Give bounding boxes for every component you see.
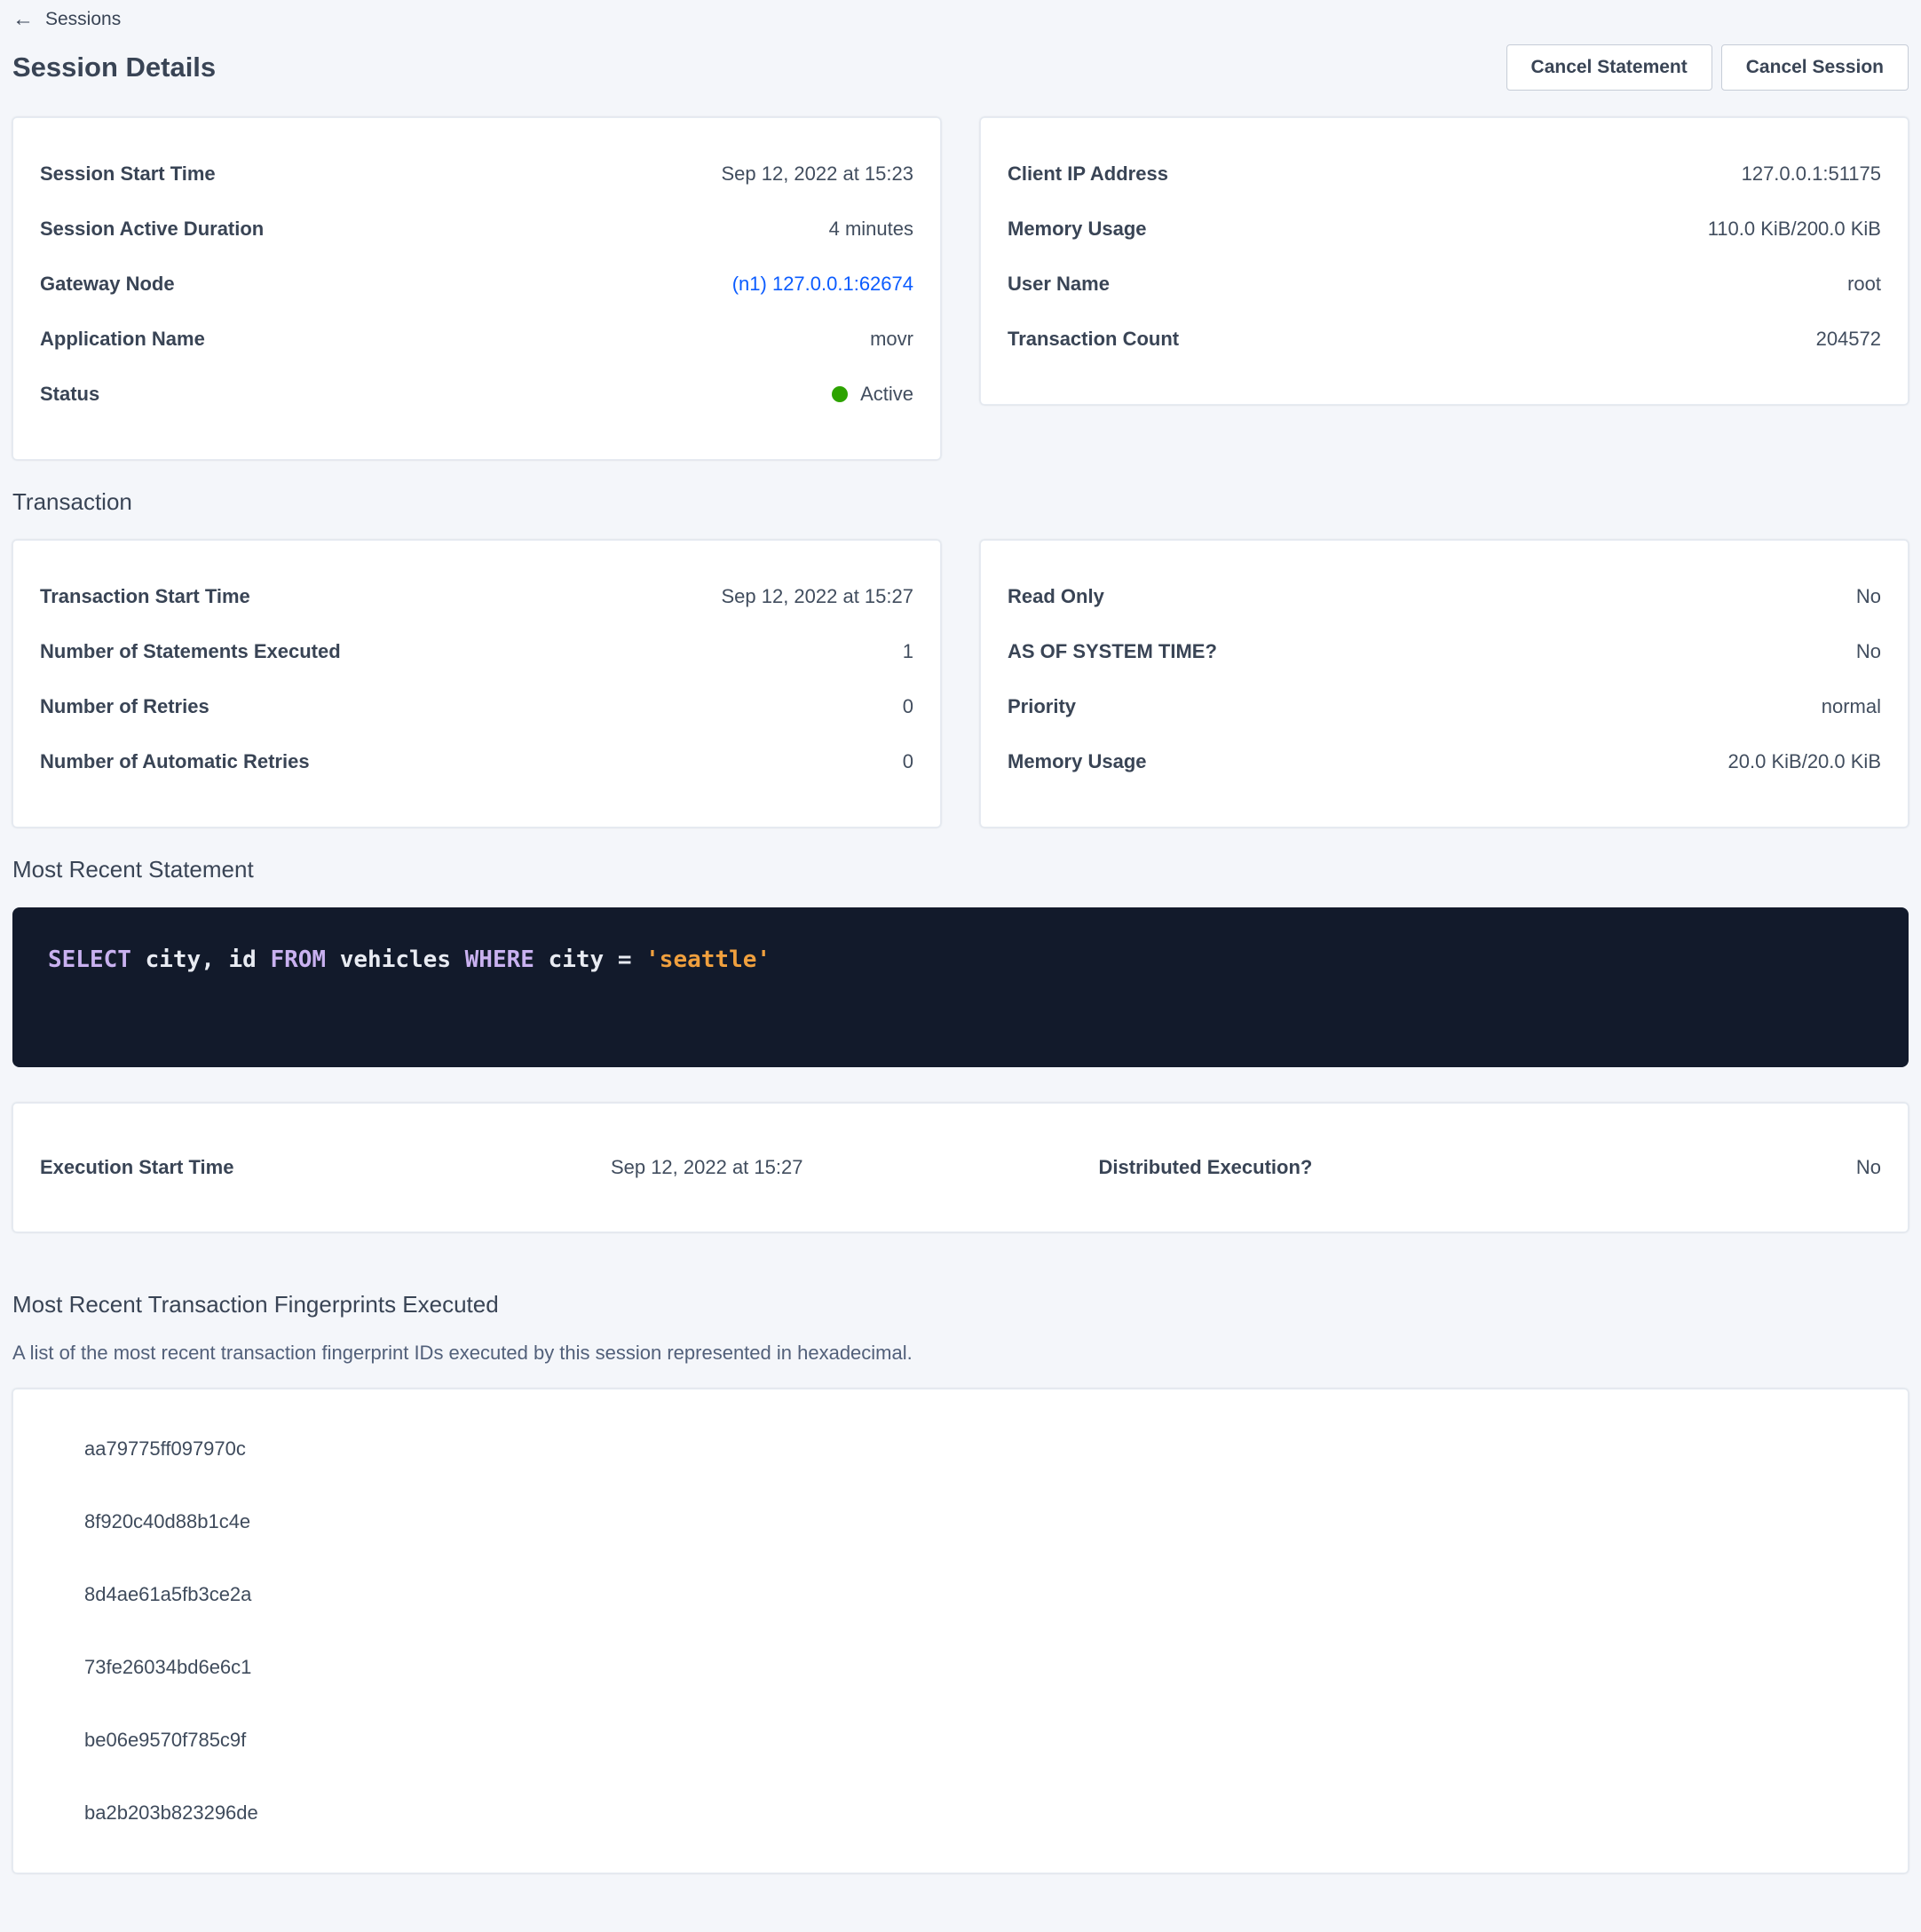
kv-value: 127.0.0.1:51175 — [1742, 161, 1881, 187]
fingerprint-item: 8f920c40d88b1c4e — [40, 1485, 1881, 1558]
fingerprint-item: ba2b203b823296de — [40, 1777, 1881, 1849]
execution-info-card: Execution Start Time Sep 12, 2022 at 15:… — [12, 1103, 1909, 1232]
kv-value: normal — [1822, 693, 1881, 720]
cancel-statement-button[interactable]: Cancel Statement — [1506, 44, 1712, 91]
kv-label: User Name — [1008, 271, 1110, 297]
statements-executed-row: Number of Statements Executed 1 — [40, 624, 913, 679]
cancel-session-button[interactable]: Cancel Session — [1721, 44, 1909, 91]
session-cards-row: Session Start Time Sep 12, 2022 at 15:23… — [12, 117, 1909, 460]
kv-value: Sep 12, 2022 at 15:27 — [721, 583, 913, 610]
header-actions: Cancel Statement Cancel Session — [1506, 44, 1909, 91]
execution-start-time-value: Sep 12, 2022 at 15:27 — [611, 1154, 1099, 1181]
breadcrumb-label: Sessions — [45, 9, 121, 30]
fingerprints-card: aa79775ff097970c 8f920c40d88b1c4e 8d4ae6… — [12, 1389, 1909, 1873]
kv-label: Gateway Node — [40, 271, 175, 297]
status-active-dot — [832, 386, 848, 402]
page-header: Session Details Cancel Statement Cancel … — [12, 44, 1909, 91]
page-title: Session Details — [12, 51, 216, 83]
kv-label: Number of Retries — [40, 693, 209, 720]
kv-value: Sep 12, 2022 at 15:23 — [721, 161, 913, 187]
transaction-info-card-right: Read Only No AS OF SYSTEM TIME? No Prior… — [980, 540, 1909, 827]
as-of-system-time-row: AS OF SYSTEM TIME? No — [1008, 624, 1881, 679]
back-arrow-icon: ← — [12, 9, 34, 30]
memory-usage-row: Memory Usage 110.0 KiB/200.0 KiB — [1008, 202, 1881, 257]
kv-value: 110.0 KiB/200.0 KiB — [1708, 216, 1881, 242]
kv-label: Priority — [1008, 693, 1076, 720]
session-start-time-row: Session Start Time Sep 12, 2022 at 15:23 — [40, 146, 913, 202]
kv-label: Client IP Address — [1008, 161, 1168, 187]
kv-value: 4 minutes — [829, 216, 913, 242]
section-title-transaction: Transaction — [12, 487, 1909, 517]
distributed-execution-value: No — [1856, 1154, 1881, 1181]
sql-keyword: WHERE — [465, 946, 534, 973]
sql-string-literal: 'seattle' — [645, 946, 771, 973]
fingerprints-description: A list of the most recent transaction fi… — [12, 1341, 1909, 1366]
kv-label: Session Active Duration — [40, 216, 264, 242]
kv-label: AS OF SYSTEM TIME? — [1008, 638, 1217, 665]
session-info-card-left: Session Start Time Sep 12, 2022 at 15:23… — [12, 117, 941, 460]
kv-value: 20.0 KiB/20.0 KiB — [1728, 748, 1881, 775]
fingerprint-item: 73fe26034bd6e6c1 — [40, 1631, 1881, 1704]
kv-value: 204572 — [1816, 326, 1881, 352]
status-row: Status Active — [40, 367, 913, 422]
kv-value: 0 — [903, 748, 913, 775]
sql-statement-box: SELECT city, id FROM vehicles WHERE city… — [12, 907, 1909, 1067]
fingerprint-item: 8d4ae61a5fb3ce2a — [40, 1558, 1881, 1631]
sql-condition: city = — [534, 946, 645, 973]
gateway-node-link[interactable]: (n1) 127.0.0.1:62674 — [732, 271, 913, 297]
sql-keyword: FROM — [270, 946, 326, 973]
kv-value: No — [1856, 583, 1881, 610]
kv-label: Status — [40, 381, 99, 408]
status-label: Active — [860, 381, 913, 408]
status-badge: Active — [832, 381, 913, 408]
automatic-retries-row: Number of Automatic Retries 0 — [40, 734, 913, 789]
kv-label: Memory Usage — [1008, 216, 1147, 242]
session-details-page: ← Sessions Session Details Cancel Statem… — [0, 0, 1921, 1873]
sql-keyword: SELECT — [48, 946, 131, 973]
user-name-row: User Name root — [1008, 257, 1881, 312]
session-active-duration-row: Session Active Duration 4 minutes — [40, 202, 913, 257]
priority-row: Priority normal — [1008, 679, 1881, 734]
kv-label: Number of Statements Executed — [40, 638, 341, 665]
kv-label: Memory Usage — [1008, 748, 1147, 775]
fingerprints-section-title: Most Recent Transaction Fingerprints Exe… — [12, 1289, 1909, 1319]
transaction-count-row: Transaction Count 204572 — [1008, 312, 1881, 367]
transaction-cards-row: Transaction Start Time Sep 12, 2022 at 1… — [12, 540, 1909, 827]
kv-value: 1 — [903, 638, 913, 665]
distributed-execution-label: Distributed Execution? — [1099, 1154, 1313, 1181]
kv-label: Application Name — [40, 326, 205, 352]
application-name-row: Application Name movr — [40, 312, 913, 367]
kv-label: Session Start Time — [40, 161, 216, 187]
client-ip-row: Client IP Address 127.0.0.1:51175 — [1008, 146, 1881, 202]
kv-label: Number of Automatic Retries — [40, 748, 310, 775]
fingerprint-item: aa79775ff097970c — [40, 1413, 1881, 1485]
section-title-most-recent-statement: Most Recent Statement — [12, 854, 1909, 884]
sql-columns: city, id — [131, 946, 271, 973]
session-info-card-right: Client IP Address 127.0.0.1:51175 Memory… — [980, 117, 1909, 405]
fingerprint-item: be06e9570f785c9f — [40, 1704, 1881, 1777]
kv-value: No — [1856, 638, 1881, 665]
read-only-row: Read Only No — [1008, 569, 1881, 624]
retries-row: Number of Retries 0 — [40, 679, 913, 734]
sql-statement: SELECT city, id FROM vehicles WHERE city… — [48, 946, 771, 973]
gateway-node-row: Gateway Node (n1) 127.0.0.1:62674 — [40, 257, 913, 312]
transaction-info-card-left: Transaction Start Time Sep 12, 2022 at 1… — [12, 540, 941, 827]
kv-label: Transaction Start Time — [40, 583, 250, 610]
kv-value: movr — [870, 326, 913, 352]
kv-label: Read Only — [1008, 583, 1104, 610]
txn-memory-usage-row: Memory Usage 20.0 KiB/20.0 KiB — [1008, 734, 1881, 789]
kv-value: root — [1847, 271, 1881, 297]
transaction-start-time-row: Transaction Start Time Sep 12, 2022 at 1… — [40, 569, 913, 624]
kv-label: Transaction Count — [1008, 326, 1179, 352]
kv-value: 0 — [903, 693, 913, 720]
sql-table: vehicles — [326, 946, 465, 973]
breadcrumb-back-link[interactable]: ← Sessions — [12, 9, 121, 30]
execution-start-time-label: Execution Start Time — [40, 1154, 611, 1181]
